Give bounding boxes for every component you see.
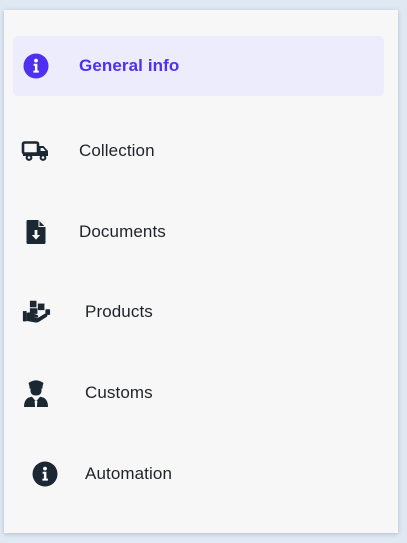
info-circle-icon [30,459,60,489]
menu-item-label: Documents [79,222,166,241]
menu-item-customs[interactable]: Customs [13,363,384,423]
menu-item-label: Automation [85,464,172,483]
menu-item-automation[interactable]: Automation [13,444,384,504]
info-circle-icon [21,51,51,81]
menu-item-label: Customs [85,383,153,402]
hand-holding-boxes-icon [21,297,51,327]
menu-item-products[interactable]: Products [13,282,384,342]
file-download-icon [21,217,51,247]
menu-item-label: General info [79,56,180,75]
menu-item-general-info[interactable]: General info [13,36,384,96]
menu-item-collection[interactable]: Collection [13,121,384,181]
truck-icon [21,136,51,166]
officer-icon [21,378,51,408]
menu-item-label: Collection [79,141,155,160]
menu-item-label: Products [85,302,153,321]
side-navigation-panel: General info Collection Documents Produc… [4,10,398,533]
menu-item-documents[interactable]: Documents [13,202,384,262]
